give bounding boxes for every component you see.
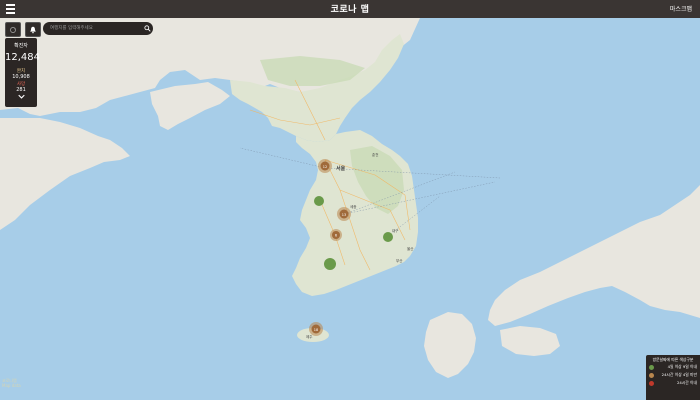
mask-map-link[interactable]: 마스크맵 — [670, 4, 692, 13]
legend-red-dot — [649, 380, 654, 386]
marker-daegu[interactable] — [383, 232, 393, 242]
svg-text:6: 6 — [335, 234, 337, 238]
marker-daejeon[interactable]: 13 — [337, 207, 351, 221]
stats-panel: 확진자 12,484 완치 10,908 사망 281 — [5, 38, 40, 107]
svg-text:13: 13 — [342, 213, 346, 217]
svg-text:18: 18 — [314, 328, 318, 332]
notification-button[interactable] — [25, 22, 41, 37]
legend-label: 24시간 이상 4일 미만 — [661, 372, 697, 377]
legend-green-dot — [649, 364, 654, 370]
place-chuncheon: 춘천 — [372, 152, 378, 157]
legend-title: 방문날짜에 따른 색상구분 — [652, 357, 694, 362]
marker-seoul[interactable]: 12 — [318, 159, 332, 173]
map-credit: 코로나맵 Map data — [2, 378, 21, 388]
place-busan: 부산 — [396, 258, 403, 263]
app-title: 코로나 맵 — [330, 5, 370, 15]
search-input[interactable] — [43, 22, 141, 35]
chevron-down-icon[interactable] — [5, 94, 37, 99]
place-daegu: 대구 — [392, 228, 399, 233]
refresh-icon — [10, 26, 16, 33]
credit-line-2: Map data — [2, 383, 21, 388]
place-sejong: 세종 — [350, 204, 357, 209]
top-bar: 코로나 맵 마스크맵 — [0, 0, 700, 18]
location-button[interactable] — [5, 22, 21, 37]
legend-item: 24시간 이상 4일 미만 — [646, 371, 700, 379]
legend-item: 24시간 이내 — [646, 379, 700, 387]
map-canvas[interactable]: 서울 춘천 세종 대구 울산 부산 제주 12 13 6 18 — [0, 18, 700, 400]
recovered-value: 10,908 — [12, 74, 30, 80]
bell-icon — [30, 26, 36, 33]
search-icon[interactable] — [141, 23, 153, 34]
marker-jeonbuk[interactable]: 6 — [330, 229, 342, 241]
death-value: 281 — [16, 87, 26, 93]
marker-gwangju[interactable] — [324, 258, 336, 270]
place-seoul: 서울 — [336, 165, 346, 172]
legend-panel: 방문날짜에 따른 색상구분 4일 이상 9일 이내 24시간 이상 4일 미만 … — [646, 355, 700, 400]
search-box — [43, 22, 153, 35]
legend-item: 4일 이상 9일 이내 — [646, 363, 700, 371]
marker-jeju[interactable]: 18 — [309, 322, 323, 336]
place-ulsan: 울산 — [407, 246, 414, 251]
svg-text:12: 12 — [323, 165, 327, 169]
confirmed-total: 12,484 — [5, 52, 40, 63]
legend-brown-dot — [649, 372, 654, 378]
confirmed-label: 확진자 — [14, 43, 28, 49]
legend-label: 24시간 이내 — [676, 380, 697, 385]
marker-chungnam[interactable] — [314, 196, 324, 206]
legend-label: 4일 이상 9일 이내 — [667, 364, 697, 369]
